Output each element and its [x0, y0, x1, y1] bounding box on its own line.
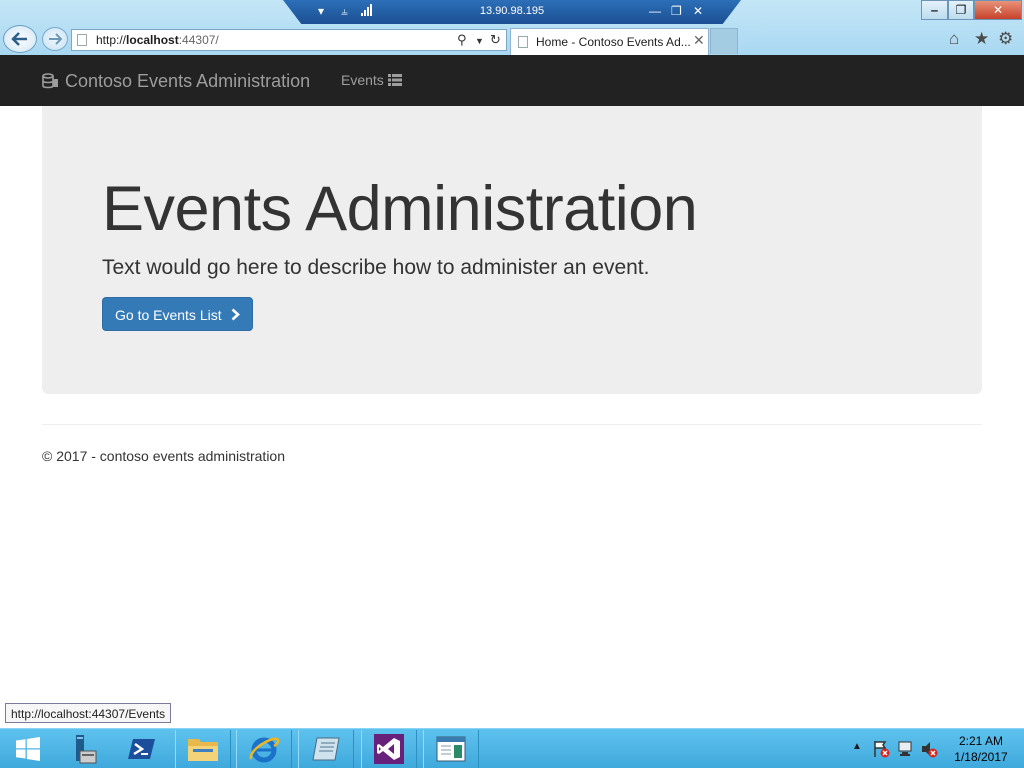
notepad-button[interactable] [298, 730, 354, 768]
dropdown-arrow-icon[interactable]: ▼ [475, 36, 484, 46]
status-bar-url-tooltip: http://localhost:44307/Events [5, 703, 172, 723]
start-button[interactable] [0, 730, 56, 768]
rdp-restore-icon[interactable]: ❐ [671, 4, 682, 18]
visual-studio-icon [374, 734, 404, 764]
volume-muted-icon[interactable] [920, 740, 938, 758]
action-center-flag-icon[interactable] [872, 740, 890, 758]
settings-gear-icon[interactable]: ⚙ [998, 29, 1013, 49]
minimize-button[interactable]: ‒ [921, 0, 948, 20]
internet-explorer-button[interactable] [236, 730, 292, 768]
database-icon [42, 73, 58, 89]
brand-link[interactable]: Contoso Events Administration [42, 71, 310, 92]
arrow-left-icon [11, 32, 27, 46]
close-tab-icon[interactable]: ✕ [693, 32, 705, 49]
footer-copyright: © 2017 - contoso events administration [42, 448, 286, 464]
brand-label: Contoso Events Administration [65, 71, 311, 91]
go-to-events-list-button[interactable]: Go to Events List [102, 297, 253, 331]
nav-events-link[interactable]: Events [341, 72, 402, 88]
site-navbar: Contoso Events Administration Events [0, 55, 1024, 106]
chevron-right-icon [231, 308, 240, 321]
start-icon [16, 737, 40, 761]
arrow-right-icon [49, 33, 62, 45]
lead-text: Text would go here to describe how to ad… [102, 256, 650, 279]
rdp-close-icon[interactable]: ✕ [693, 4, 703, 18]
page-icon [77, 34, 87, 46]
close-window-button[interactable]: ✕ [974, 0, 1022, 20]
home-icon[interactable]: ⌂ [949, 29, 959, 49]
notepad-icon [312, 737, 340, 761]
app-window-icon [436, 736, 466, 762]
server-manager-button[interactable] [54, 730, 110, 768]
new-tab-button[interactable] [710, 28, 738, 54]
clock-time: 2:21 AM [958, 734, 1004, 748]
server-manager-icon [76, 735, 97, 764]
restore-button[interactable]: ❐ [948, 0, 974, 20]
clock-date: 1/18/2017 [954, 750, 1008, 764]
page-icon [518, 36, 528, 48]
tab-home[interactable]: Home - Contoso Events Ad... ✕ [510, 28, 709, 55]
remote-desktop-connection-bar: ▾ ⫨ 13.90.98.195 — ❐ ✕ [283, 0, 741, 24]
nav-events-label: Events [341, 72, 384, 88]
network-icon[interactable] [897, 740, 915, 758]
file-explorer-button[interactable] [175, 730, 231, 768]
page-title: Events Administration [102, 174, 698, 244]
taskbar-clock[interactable]: 2:21 AM 1/18/2017 [951, 733, 1011, 765]
rdp-minimize-icon[interactable]: — [649, 4, 661, 18]
search-icon[interactable]: ⚲ [457, 32, 467, 48]
file-explorer-icon [188, 739, 218, 761]
powershell-icon [128, 739, 155, 759]
favorites-star-icon[interactable]: ★ [974, 29, 989, 49]
address-bar[interactable]: http://localhost:44307/ ⚲ ▼ ↻ [71, 29, 507, 51]
taskbar: ▲ 2:21 AM 1/18/2017 [0, 728, 1024, 768]
list-icon [387, 74, 402, 86]
footer-divider [42, 424, 982, 425]
internet-explorer-icon [249, 737, 280, 763]
visual-studio-button[interactable] [361, 730, 417, 768]
browser-chrome: ▾ ⫨ 13.90.98.195 — ❐ ✕ http://localhost:… [0, 0, 1024, 55]
powershell-button[interactable] [114, 730, 170, 768]
show-hidden-icons-icon[interactable]: ▲ [852, 741, 862, 752]
jumbotron: Events Administration Text would go here… [42, 106, 982, 394]
address-url[interactable]: http://localhost:44307/ [96, 33, 219, 47]
refresh-icon[interactable]: ↻ [490, 32, 501, 48]
forward-button[interactable] [42, 27, 68, 51]
button-label: Go to Events List [115, 307, 222, 323]
back-button[interactable] [3, 25, 37, 53]
tab-title: Home - Contoso Events Ad... [536, 35, 691, 49]
app-window-button[interactable] [423, 730, 479, 768]
